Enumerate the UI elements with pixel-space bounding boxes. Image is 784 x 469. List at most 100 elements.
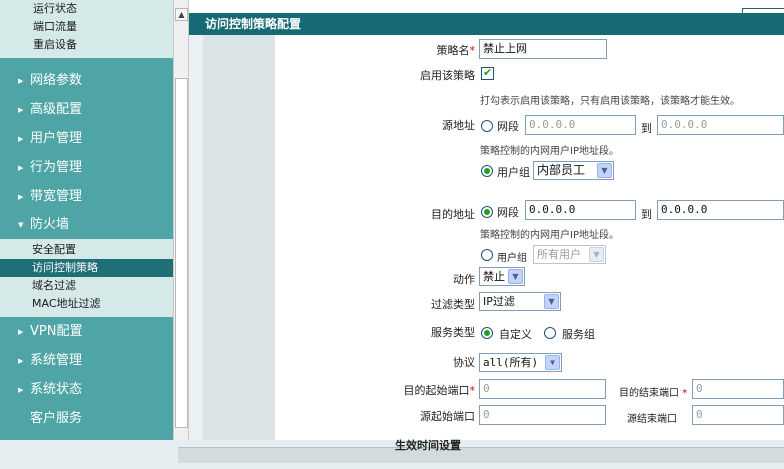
src-address-note: 策略控制的内网用户IP地址段。	[480, 146, 619, 157]
sidebar-section-label: 带宽管理	[30, 189, 83, 204]
src-group-value: 内部员工	[537, 163, 586, 177]
chevron-down-icon: ▼	[18, 221, 24, 229]
enable-policy-label: 启用该策略	[420, 69, 475, 82]
policy-name-input[interactable]: 禁止上网	[479, 39, 607, 59]
page-title: 访问控制策略配置	[205, 17, 302, 31]
required-mark: *	[469, 44, 476, 57]
chevron-right-icon: ▶	[18, 135, 24, 143]
required-mark: *	[682, 388, 688, 399]
time-section-title: 生效时间设置	[395, 439, 461, 452]
chevron-right-icon: ▶	[18, 106, 24, 114]
dst-segment-label: 网段	[497, 206, 519, 219]
required-mark: *	[469, 384, 476, 397]
sidebar-section-system[interactable]: ▶ 系统管理	[0, 346, 173, 375]
chevron-down-icon: ▼	[597, 163, 612, 178]
action-select[interactable]: 禁止 ▼	[479, 267, 525, 286]
chevron-right-icon: ▶	[18, 77, 24, 85]
enable-policy-checkbox[interactable]	[481, 66, 494, 80]
action-label: 动作	[453, 273, 475, 286]
dst-start-port-label: 目的起始端口*	[404, 382, 476, 398]
dst-start-ip-input[interactable]: 0.0.0.0	[525, 200, 636, 220]
sidebar-section-label: 网络参数	[30, 73, 83, 88]
src-end-port-input[interactable]: 0	[692, 405, 784, 425]
action-value: 禁止	[483, 270, 505, 283]
sidebar-section-support[interactable]: 客户服务	[0, 404, 173, 433]
src-end-ip-input[interactable]: 0.0.0.0	[657, 115, 784, 135]
filter-type-select[interactable]: IP过滤 ▼	[479, 292, 561, 311]
dst-start-port-label-text: 目的起始端口	[403, 384, 470, 397]
chevron-down-icon: ▼	[508, 269, 523, 284]
service-type-label: 服务类型	[431, 326, 475, 339]
chevron-right-icon: ▶	[18, 328, 24, 336]
policy-name-label: 策略名*	[437, 42, 476, 58]
dst-address-note: 策略控制的内网用户IP地址段。	[480, 230, 619, 241]
sidebar-item-domain-filter[interactable]: 域名过滤	[0, 277, 173, 295]
sidebar-item-security-config[interactable]: 安全配置	[0, 241, 173, 259]
sidebar-section-status[interactable]: ▶ 系统状态	[0, 375, 173, 404]
src-start-ip-input[interactable]: 0.0.0.0	[525, 115, 636, 135]
protocol-label: 协议	[453, 356, 475, 369]
filter-type-value: IP过滤	[483, 295, 515, 308]
protocol-value: all(所有)	[483, 356, 539, 369]
sidebar-section-label: 高级配置	[30, 102, 83, 117]
src-to-label: 到	[641, 122, 652, 135]
sidebar-scrollbar[interactable]: ▲	[173, 0, 189, 440]
sidebar-item-port-traffic[interactable]: 端口流量	[0, 18, 173, 36]
policy-name-label-text: 策略名	[436, 44, 470, 57]
dst-end-ip-input[interactable]: 0.0.0.0	[657, 200, 784, 220]
src-address-label: 源地址	[442, 119, 475, 132]
src-segment-radio[interactable]	[481, 120, 493, 132]
sidebar-section-network[interactable]: ▶ 网络参数	[0, 66, 173, 95]
sidebar-section-advanced[interactable]: ▶ 高级配置	[0, 95, 173, 124]
sidebar-section-firewall[interactable]: ▼ 防火墙	[0, 211, 173, 239]
sidebar-section-label: VPN配置	[30, 324, 83, 339]
sidebar-item-mac-filter[interactable]: MAC地址过滤	[0, 295, 173, 313]
content-left-edge	[189, 35, 203, 440]
sidebar-item-reboot[interactable]: 重启设备	[0, 36, 173, 54]
sidebar-item-access-policy[interactable]: 访问控制策略	[0, 259, 173, 277]
src-segment-label: 网段	[497, 120, 519, 133]
chevron-right-icon: ▶	[18, 164, 24, 172]
chevron-right-icon: ▶	[18, 386, 24, 394]
service-group-label: 服务组	[562, 328, 595, 341]
chevron-down-icon: ▼	[545, 355, 560, 370]
dst-segment-radio[interactable]	[481, 206, 493, 218]
filter-type-label: 过滤类型	[431, 298, 475, 311]
sidebar-section-label: 防火墙	[30, 217, 70, 232]
sidebar-section-label: 用户管理	[30, 131, 83, 146]
chevron-down-icon: ▼	[589, 247, 604, 262]
dst-group-select[interactable]: 所有用户 ▼	[533, 245, 606, 264]
dst-to-label: 到	[641, 208, 652, 221]
service-custom-radio[interactable]	[481, 327, 493, 339]
sidebar-top-group: 运行状态 端口流量 重启设备	[0, 0, 173, 58]
service-custom-label: 自定义	[499, 328, 532, 341]
sidebar-section-label: 行为管理	[30, 160, 83, 175]
dst-group-label: 用户组	[497, 253, 527, 264]
dst-start-port-input[interactable]: 0	[479, 379, 606, 399]
chevron-down-icon: ▼	[544, 294, 559, 309]
enable-policy-note: 打勾表示启用该策略，只有启用该策略，该策略才能生效。	[480, 96, 740, 107]
sidebar-section-vpn[interactable]: ▶ VPN配置	[0, 317, 173, 346]
policy-form: 策略名* 禁止上网 启用该策略 打勾表示启用该策略，只有启用该策略，该策略才能生…	[275, 35, 784, 452]
protocol-select[interactable]: all(所有) ▼	[479, 353, 562, 372]
horizontal-scrollbar[interactable]	[178, 447, 784, 463]
sidebar-section-label: 系统管理	[30, 353, 83, 368]
chevron-up-icon[interactable]: ▲	[175, 8, 188, 21]
src-group-radio[interactable]	[481, 165, 493, 177]
dst-group-value: 所有用户	[537, 248, 581, 261]
sidebar-section-behavior[interactable]: ▶ 行为管理	[0, 153, 173, 182]
scrollbar-thumb[interactable]	[175, 78, 188, 428]
sidebar-item-run-status[interactable]: 运行状态	[0, 0, 173, 18]
sidebar-section-bandwidth[interactable]: ▶ 带宽管理	[0, 182, 173, 211]
chevron-right-icon: ▶	[18, 357, 24, 365]
sidebar-section-users[interactable]: ▶ 用户管理	[0, 124, 173, 153]
service-group-radio[interactable]	[544, 327, 556, 339]
dst-end-port-input[interactable]: 0	[692, 379, 784, 399]
sidebar: 运行状态 端口流量 重启设备 ▶ 网络参数 ▶ 高级配置 ▶ 用户管理 ▶ 行为管理 ▶…	[0, 0, 173, 469]
src-start-port-label: 源起始端口	[420, 410, 475, 423]
src-group-select[interactable]: 内部员工 ▼	[533, 161, 614, 180]
dst-end-port-label: 目的结束端口 *	[619, 384, 687, 399]
src-start-port-input[interactable]: 0	[479, 405, 606, 425]
sidebar-section-label: 客户服务	[30, 411, 83, 426]
dst-group-radio[interactable]	[481, 249, 493, 261]
